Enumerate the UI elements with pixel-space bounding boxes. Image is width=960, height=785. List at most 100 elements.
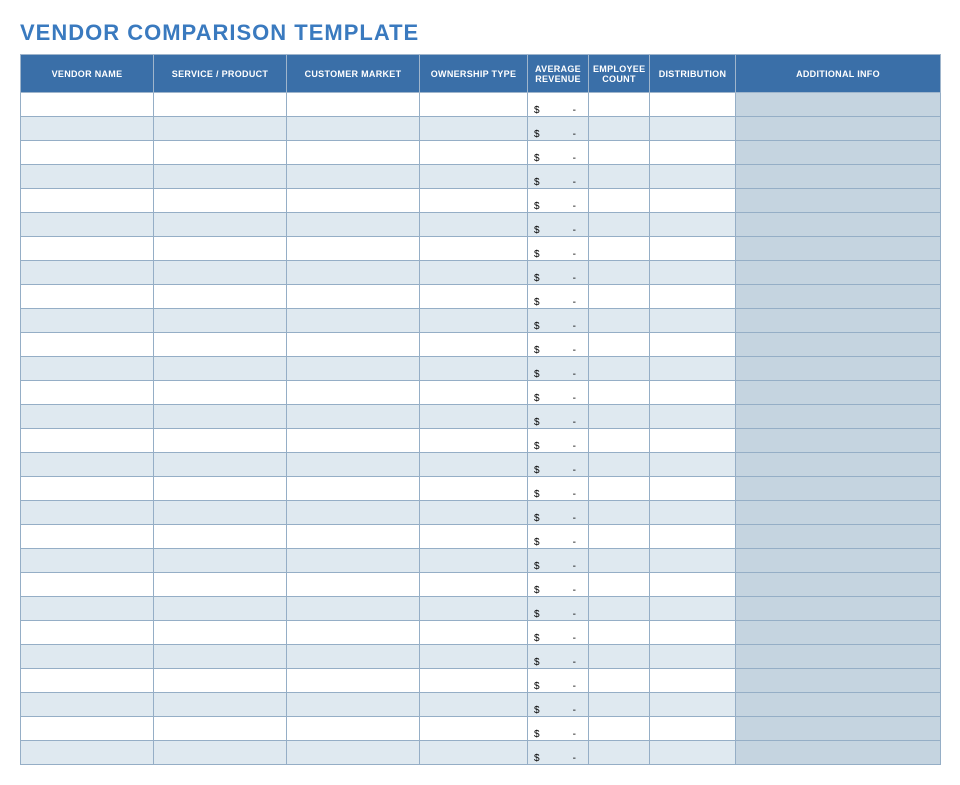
cell-vendor-name[interactable] [21, 357, 154, 381]
cell-employee-count[interactable] [589, 261, 650, 285]
cell-average-revenue[interactable]: $- [528, 309, 589, 333]
cell-customer-market[interactable] [287, 693, 420, 717]
cell-employee-count[interactable] [589, 525, 650, 549]
cell-average-revenue[interactable]: $- [528, 189, 589, 213]
cell-employee-count[interactable] [589, 117, 650, 141]
cell-service-product[interactable] [154, 117, 287, 141]
cell-ownership-type[interactable] [420, 357, 528, 381]
cell-customer-market[interactable] [287, 573, 420, 597]
cell-service-product[interactable] [154, 573, 287, 597]
cell-additional-info[interactable] [736, 141, 941, 165]
cell-additional-info[interactable] [736, 189, 941, 213]
cell-vendor-name[interactable] [21, 117, 154, 141]
cell-service-product[interactable] [154, 333, 287, 357]
cell-ownership-type[interactable] [420, 621, 528, 645]
cell-ownership-type[interactable] [420, 141, 528, 165]
cell-additional-info[interactable] [736, 669, 941, 693]
cell-vendor-name[interactable] [21, 381, 154, 405]
cell-distribution[interactable] [650, 717, 736, 741]
cell-ownership-type[interactable] [420, 573, 528, 597]
cell-additional-info[interactable] [736, 405, 941, 429]
cell-distribution[interactable] [650, 573, 736, 597]
cell-average-revenue[interactable]: $- [528, 501, 589, 525]
cell-distribution[interactable] [650, 645, 736, 669]
cell-distribution[interactable] [650, 117, 736, 141]
cell-average-revenue[interactable]: $- [528, 237, 589, 261]
cell-additional-info[interactable] [736, 573, 941, 597]
cell-service-product[interactable] [154, 717, 287, 741]
cell-ownership-type[interactable] [420, 717, 528, 741]
cell-average-revenue[interactable]: $- [528, 429, 589, 453]
cell-vendor-name[interactable] [21, 597, 154, 621]
cell-customer-market[interactable] [287, 741, 420, 765]
cell-average-revenue[interactable]: $- [528, 669, 589, 693]
cell-service-product[interactable] [154, 741, 287, 765]
cell-service-product[interactable] [154, 213, 287, 237]
cell-customer-market[interactable] [287, 333, 420, 357]
cell-service-product[interactable] [154, 189, 287, 213]
cell-additional-info[interactable] [736, 453, 941, 477]
cell-average-revenue[interactable]: $- [528, 477, 589, 501]
cell-customer-market[interactable] [287, 285, 420, 309]
cell-employee-count[interactable] [589, 381, 650, 405]
cell-distribution[interactable] [650, 549, 736, 573]
cell-customer-market[interactable] [287, 669, 420, 693]
cell-ownership-type[interactable] [420, 405, 528, 429]
cell-customer-market[interactable] [287, 261, 420, 285]
cell-employee-count[interactable] [589, 621, 650, 645]
cell-distribution[interactable] [650, 309, 736, 333]
cell-vendor-name[interactable] [21, 645, 154, 669]
cell-distribution[interactable] [650, 237, 736, 261]
cell-average-revenue[interactable]: $- [528, 165, 589, 189]
cell-additional-info[interactable] [736, 693, 941, 717]
cell-vendor-name[interactable] [21, 693, 154, 717]
cell-ownership-type[interactable] [420, 261, 528, 285]
cell-employee-count[interactable] [589, 453, 650, 477]
cell-service-product[interactable] [154, 165, 287, 189]
cell-service-product[interactable] [154, 285, 287, 309]
cell-ownership-type[interactable] [420, 429, 528, 453]
cell-customer-market[interactable] [287, 117, 420, 141]
cell-vendor-name[interactable] [21, 333, 154, 357]
cell-customer-market[interactable] [287, 525, 420, 549]
cell-vendor-name[interactable] [21, 717, 154, 741]
cell-distribution[interactable] [650, 285, 736, 309]
cell-distribution[interactable] [650, 741, 736, 765]
cell-additional-info[interactable] [736, 477, 941, 501]
cell-service-product[interactable] [154, 453, 287, 477]
cell-vendor-name[interactable] [21, 309, 154, 333]
cell-distribution[interactable] [650, 621, 736, 645]
cell-service-product[interactable] [154, 261, 287, 285]
cell-distribution[interactable] [650, 333, 736, 357]
cell-service-product[interactable] [154, 669, 287, 693]
cell-average-revenue[interactable]: $- [528, 717, 589, 741]
cell-service-product[interactable] [154, 597, 287, 621]
cell-customer-market[interactable] [287, 429, 420, 453]
cell-service-product[interactable] [154, 693, 287, 717]
cell-service-product[interactable] [154, 381, 287, 405]
cell-ownership-type[interactable] [420, 189, 528, 213]
cell-vendor-name[interactable] [21, 213, 154, 237]
cell-ownership-type[interactable] [420, 741, 528, 765]
cell-ownership-type[interactable] [420, 117, 528, 141]
cell-service-product[interactable] [154, 549, 287, 573]
cell-additional-info[interactable] [736, 549, 941, 573]
cell-distribution[interactable] [650, 165, 736, 189]
cell-average-revenue[interactable]: $- [528, 597, 589, 621]
cell-additional-info[interactable] [736, 117, 941, 141]
cell-service-product[interactable] [154, 405, 287, 429]
cell-distribution[interactable] [650, 141, 736, 165]
cell-distribution[interactable] [650, 261, 736, 285]
cell-average-revenue[interactable]: $- [528, 405, 589, 429]
cell-additional-info[interactable] [736, 165, 941, 189]
cell-distribution[interactable] [650, 453, 736, 477]
cell-distribution[interactable] [650, 93, 736, 117]
cell-average-revenue[interactable]: $- [528, 357, 589, 381]
cell-ownership-type[interactable] [420, 93, 528, 117]
cell-distribution[interactable] [650, 405, 736, 429]
cell-distribution[interactable] [650, 597, 736, 621]
cell-employee-count[interactable] [589, 93, 650, 117]
cell-vendor-name[interactable] [21, 93, 154, 117]
cell-distribution[interactable] [650, 525, 736, 549]
cell-employee-count[interactable] [589, 237, 650, 261]
